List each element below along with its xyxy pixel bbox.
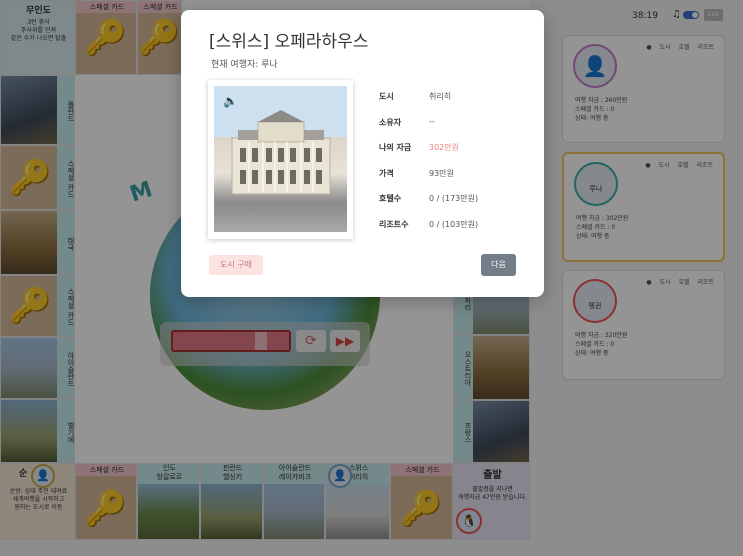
buy-city-button[interactable]: 도시 구매 bbox=[209, 255, 263, 275]
info-label: 소유자 bbox=[379, 118, 402, 127]
info-label: 가격 bbox=[379, 169, 394, 178]
city-photo-frame: 🔈 bbox=[208, 80, 353, 239]
opera-house-illustration bbox=[231, 110, 331, 195]
city-photo: 🔈 bbox=[214, 86, 347, 232]
info-label: 호텔수 bbox=[379, 194, 402, 203]
info-value: 0 / (103만원) bbox=[429, 220, 479, 229]
current-traveler: 현재 여행자: 루나 bbox=[211, 60, 278, 70]
info-label: 나의 자금 bbox=[379, 143, 412, 152]
info-label: 리조트수 bbox=[379, 220, 409, 229]
next-button[interactable]: 다음 bbox=[481, 254, 516, 276]
info-value: 302만원 bbox=[429, 143, 459, 152]
city-purchase-modal: [스위스] 오페라하우스 현재 여행자: 루나 🔈 도시 취리히 소유자 -- … bbox=[181, 10, 544, 297]
info-label: 도시 bbox=[379, 92, 394, 101]
modal-title: [스위스] 오페라하우스 bbox=[209, 32, 369, 52]
info-value: 0 / (173만원) bbox=[429, 194, 479, 203]
info-value: 93만원 bbox=[429, 169, 454, 178]
info-value: 취리히 bbox=[429, 92, 452, 101]
info-value: -- bbox=[429, 117, 435, 126]
speaker-icon[interactable]: 🔈 bbox=[223, 94, 238, 108]
